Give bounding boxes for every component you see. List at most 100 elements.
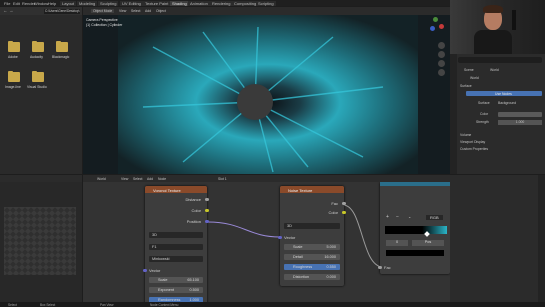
detail-label: Detail <box>293 255 303 259</box>
slot-dropdown[interactable]: Slot 1 <box>218 177 227 181</box>
tab-compositing[interactable]: Compositing <box>232 0 259 6</box>
object-mode-dropdown[interactable]: Object Mode <box>91 8 115 13</box>
color-label: Color <box>480 112 489 116</box>
volume-panel[interactable]: Volume <box>460 133 471 137</box>
scale-field[interactable]: Scale 5.000 <box>284 244 340 250</box>
exponent-value: 0.500 <box>189 288 199 292</box>
world-dropdown[interactable]: World <box>97 177 106 181</box>
folder-icon[interactable] <box>56 40 68 52</box>
color-mode-dropdown[interactable]: RGB <box>426 215 443 220</box>
feature-dropdown[interactable]: F1 <box>149 244 203 250</box>
object-menu[interactable]: Object <box>156 9 166 13</box>
vector-input[interactable]: Vector <box>149 268 160 273</box>
remove-stop-button[interactable]: − <box>396 214 399 220</box>
color-ramp-gradient[interactable] <box>385 226 447 234</box>
socket-icon[interactable] <box>143 269 147 273</box>
position-output[interactable]: Position <box>187 219 201 224</box>
path-field[interactable]: C:\Users\Gene\Desktop\ <box>44 8 80 14</box>
socket-icon[interactable] <box>278 236 282 240</box>
strength-label: Strength <box>476 120 489 124</box>
scale-label: Scale <box>293 245 303 249</box>
metric-dropdown[interactable]: Minkowski <box>149 256 203 262</box>
viewport-header: Object Mode View Select Add Object <box>83 7 450 15</box>
detail-value: 16.000 <box>324 255 336 259</box>
zoom-icon[interactable] <box>438 42 445 49</box>
menu-help[interactable]: Help <box>48 1 56 6</box>
3d-viewport[interactable]: Camera Perspective (1) Collection | Cyli… <box>83 7 450 174</box>
exponent-field[interactable]: Exponent 0.500 <box>149 287 203 293</box>
world-label[interactable]: World <box>490 68 499 72</box>
view-menu[interactable]: View <box>119 9 126 13</box>
scale-field[interactable]: Scale 65.100 <box>149 277 203 283</box>
add-stop-button[interactable]: + <box>386 214 389 220</box>
menu-window[interactable]: Window <box>34 1 48 6</box>
fac-output[interactable]: Fac <box>331 201 338 206</box>
stop-color-swatch[interactable] <box>386 250 444 256</box>
navigation-gizmo[interactable] <box>427 17 445 35</box>
vector-input[interactable]: Vector <box>284 235 295 240</box>
color-output[interactable]: Color <box>191 208 201 213</box>
tab-uv-editing[interactable]: UV Editing <box>120 0 143 6</box>
node-menu[interactable]: Node <box>158 177 166 181</box>
node-editor[interactable]: Voronoi Texture Distance Color Position … <box>83 182 450 302</box>
folder-label: Audacity <box>30 55 44 59</box>
voronoi-node-title[interactable]: Voronoi Texture <box>145 186 207 193</box>
tab-texture-paint[interactable]: Texture Paint <box>143 0 171 6</box>
dimensions-dropdown[interactable]: 3D <box>284 223 340 229</box>
tab-sculpting[interactable]: Sculpting <box>98 0 119 6</box>
folder-icon[interactable] <box>32 40 44 52</box>
surface-value[interactable]: Background <box>498 101 516 105</box>
sidebar-panel <box>450 175 545 302</box>
custom-properties-panel[interactable]: Custom Properties <box>460 147 488 151</box>
scene-label[interactable]: Scene <box>464 68 474 72</box>
select-menu[interactable]: Select <box>131 9 140 13</box>
roughness-value: 0.550 <box>326 265 336 269</box>
person-hair <box>483 5 503 13</box>
select-menu[interactable]: Select <box>133 177 142 181</box>
distortion-field[interactable]: Distortion 0.000 <box>284 274 340 280</box>
world-name[interactable]: World <box>470 76 479 80</box>
distance-output[interactable]: Distance <box>185 197 201 202</box>
tab-rendering[interactable]: Rendering <box>210 0 233 6</box>
tab-shading[interactable]: Shading <box>170 0 189 6</box>
detail-field[interactable]: Detail 16.000 <box>284 254 340 260</box>
tab-layout[interactable]: Layout <box>60 0 77 6</box>
noise-node-title[interactable]: Noise Texture <box>280 186 344 193</box>
folder-icon[interactable] <box>32 70 44 82</box>
stop-index[interactable]: 0 <box>386 240 408 246</box>
add-menu[interactable]: Add <box>145 9 151 13</box>
folder-icon[interactable] <box>8 70 20 82</box>
strength-value[interactable]: 1.000 <box>498 120 542 125</box>
folder-label: Visual Studio <box>27 85 47 89</box>
pan-icon[interactable] <box>438 51 445 58</box>
tab-scripting[interactable]: Scripting <box>256 0 276 6</box>
roughness-field[interactable]: Roughness 0.550 <box>284 264 340 270</box>
socket-icon[interactable] <box>378 266 382 270</box>
viewport-display-panel[interactable]: Viewport Display <box>460 140 485 144</box>
chevron-down-icon[interactable]: ⌄ <box>408 214 411 219</box>
file-browser-panel <box>0 7 82 174</box>
color-swatch[interactable] <box>498 112 542 117</box>
color-output[interactable]: Color <box>328 210 338 215</box>
fac-input[interactable]: Fac <box>384 265 391 270</box>
color-ramp-node[interactable]: + − ⌄ RGB 0 Pos Fac <box>378 182 450 274</box>
forward-arrow-icon[interactable]: → <box>9 8 14 13</box>
menu-file[interactable]: File <box>4 1 10 6</box>
camera-icon[interactable] <box>438 60 445 67</box>
voronoi-texture-node[interactable]: Voronoi Texture Distance Color Position … <box>143 186 209 302</box>
tab-animation[interactable]: Animation <box>188 0 210 6</box>
folder-icon[interactable] <box>8 40 20 52</box>
image-preview-area[interactable] <box>4 207 76 275</box>
stop-position[interactable]: Pos <box>412 240 444 246</box>
view-menu[interactable]: View <box>121 177 128 181</box>
properties-search[interactable] <box>458 57 542 63</box>
menu-edit[interactable]: Edit <box>13 1 20 6</box>
surface-panel-label[interactable]: Surface <box>460 84 472 88</box>
folder-label: Image-line <box>5 85 21 89</box>
add-menu[interactable]: Add <box>147 177 153 181</box>
grid-icon[interactable] <box>438 69 445 76</box>
tab-modeling[interactable]: Modeling <box>77 0 98 6</box>
back-arrow-icon[interactable]: ← <box>3 8 8 13</box>
dimensions-dropdown[interactable]: 3D <box>149 232 203 238</box>
noise-texture-node[interactable]: Noise Texture Fac Color 3D Vector Scale 5… <box>278 186 346 286</box>
